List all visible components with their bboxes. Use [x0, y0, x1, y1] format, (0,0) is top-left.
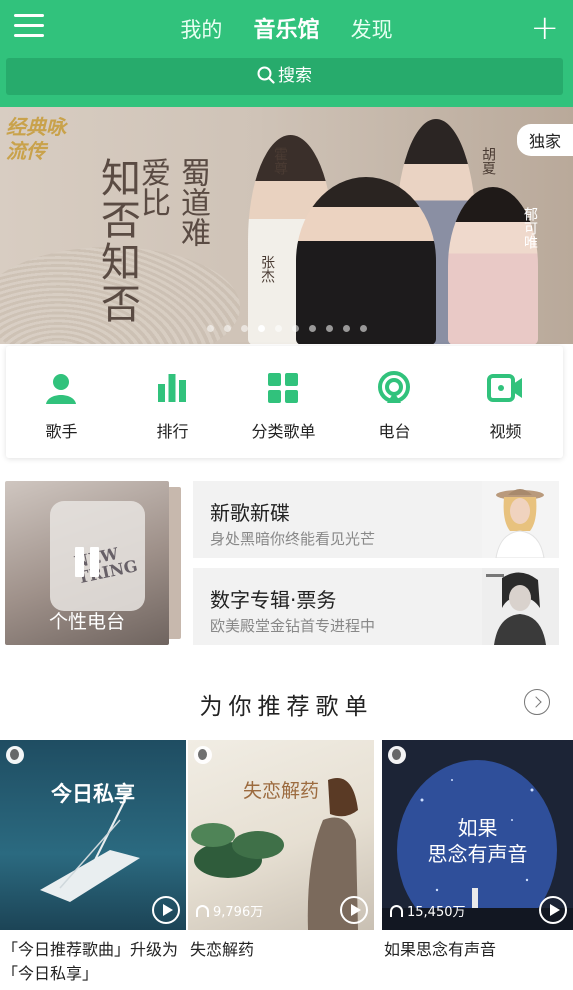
playlist-name: 如果思念有声音 — [384, 940, 497, 959]
banner-dot[interactable] — [274, 325, 282, 332]
feature-subtitle: 欧美殿堂金钻首专进程中 — [210, 617, 376, 635]
feature-subtitle: 身处黑暗你终能看见光芒 — [210, 530, 376, 548]
feature-thumbnail — [482, 481, 559, 558]
search-bar[interactable]: 搜索 — [6, 58, 563, 95]
banner-dot[interactable] — [291, 325, 299, 332]
banner-poem-line: 蜀道难 — [175, 157, 210, 247]
headphones-icon — [196, 905, 209, 917]
pause-icon[interactable] — [75, 547, 101, 577]
radio-icon — [378, 371, 410, 403]
playlist-cover: 如果 思念有声音 15,450万 — [382, 740, 573, 930]
play-icon[interactable] — [539, 896, 567, 924]
shortcut-radio[interactable]: 电台 — [339, 346, 450, 458]
play-count: 9,796万 — [196, 901, 263, 920]
show-logo: 经典咏流传 — [6, 115, 66, 163]
category-shortcuts: 歌手 排行 分类歌单 电台 视频 — [6, 346, 563, 458]
tab-music-hall[interactable]: 音乐馆 — [253, 12, 319, 44]
banner-dot[interactable] — [206, 325, 214, 332]
headphones-icon — [390, 905, 403, 917]
exclusive-badge[interactable]: 独家 — [516, 124, 573, 156]
playlist-card[interactable]: 如果 思念有声音 15,450万 如果思念有声音 — [382, 740, 573, 962]
feature-title: 数字专辑·票务 — [210, 588, 337, 612]
shortcut-singer[interactable]: 歌手 — [6, 346, 117, 458]
feature-title: 新歌新碟 — [210, 501, 290, 525]
section-title: 为你推荐歌单 — [199, 694, 374, 720]
search-label: 搜索 — [278, 66, 312, 86]
playlist-card[interactable]: 今日私享 「今日推荐歌曲」升级为「今日私享」 — [0, 740, 186, 986]
shortcut-video[interactable]: 视频 — [450, 346, 561, 458]
play-icon[interactable] — [152, 896, 180, 924]
feature-thumbnail — [482, 568, 559, 645]
banner-poem-line: 爱比 — [135, 157, 170, 217]
public-globe-icon — [194, 746, 212, 764]
plus-icon[interactable]: + — [531, 8, 560, 48]
artist-name: 张杰 — [259, 255, 275, 283]
top-tabs: 我的 音乐馆 发现 — [0, 12, 573, 44]
playlist-card[interactable]: 失恋解药 9,796万 失恋解药 — [188, 740, 374, 962]
shortcut-label: 视频 — [489, 422, 522, 441]
new-releases-card[interactable]: 新歌新碟 身处黑暗你终能看见光芒 — [193, 481, 559, 558]
singer-icon — [46, 374, 76, 404]
banner-dot-active[interactable] — [257, 325, 265, 332]
banner-dot[interactable] — [308, 325, 316, 332]
cover-title: 失恋解药 — [242, 780, 319, 802]
cover-title: 今日私享 — [51, 782, 135, 806]
shortcut-category-playlist[interactable]: 分类歌单 — [228, 346, 339, 458]
promo-banner[interactable]: 经典咏流传 知否知否 爱比 蜀道难 霍尊 胡夏 张杰 郁可唯 独家 — [0, 107, 573, 344]
banner-dot[interactable] — [325, 325, 333, 332]
play-count-value: 15,450万 — [407, 905, 466, 920]
top-header: 我的 音乐馆 发现 + 搜索 — [0, 0, 573, 107]
play-icon[interactable] — [340, 896, 368, 924]
chevron-right-circle-icon[interactable] — [524, 689, 550, 715]
banner-dot[interactable] — [223, 325, 231, 332]
play-count-value: 9,796万 — [213, 905, 264, 920]
cover-title-line: 如果 — [457, 816, 498, 840]
digital-album-tickets-card[interactable]: 数字专辑·票务 欧美殿堂金钻首专进程中 — [193, 568, 559, 645]
tab-discover[interactable]: 发现 — [351, 14, 393, 44]
shortcut-ranking[interactable]: 排行 — [117, 346, 228, 458]
banner-dot[interactable] — [342, 325, 350, 332]
personal-radio-card[interactable]: NEW TRING 个性电台 — [5, 481, 181, 645]
playlist-cover: 失恋解药 9,796万 — [188, 740, 374, 930]
shortcut-label: 排行 — [156, 422, 189, 441]
artist-name: 胡夏 — [480, 147, 496, 175]
shortcut-label: 分类歌单 — [251, 422, 316, 441]
public-globe-icon — [388, 746, 406, 764]
banner-page-indicator — [0, 317, 573, 336]
banner-dot[interactable] — [240, 325, 248, 332]
ranking-bars-icon — [158, 374, 186, 402]
playlist-cover: 今日私享 — [0, 740, 186, 930]
playlist-name: 失恋解药 — [190, 940, 255, 959]
shortcut-label: 歌手 — [45, 422, 78, 441]
radio-cover: NEW TRING 个性电台 — [5, 481, 169, 645]
artist-name: 霍尊 — [272, 147, 288, 175]
personal-radio-title: 个性电台 — [48, 611, 125, 633]
shortcut-label: 电台 — [378, 422, 411, 441]
cover-title-line: 思念有声音 — [427, 842, 528, 866]
play-count: 15,450万 — [390, 901, 466, 920]
banner-dot[interactable] — [359, 325, 367, 332]
category-grid-icon — [268, 373, 298, 403]
tab-mine[interactable]: 我的 — [180, 14, 222, 44]
video-camera-icon — [487, 374, 522, 402]
artist-name: 郁可唯 — [522, 207, 538, 249]
playlist-name: 「今日推荐歌曲」升级为「今日私享」 — [2, 940, 179, 983]
public-globe-icon — [6, 746, 24, 764]
search-icon — [257, 66, 275, 84]
